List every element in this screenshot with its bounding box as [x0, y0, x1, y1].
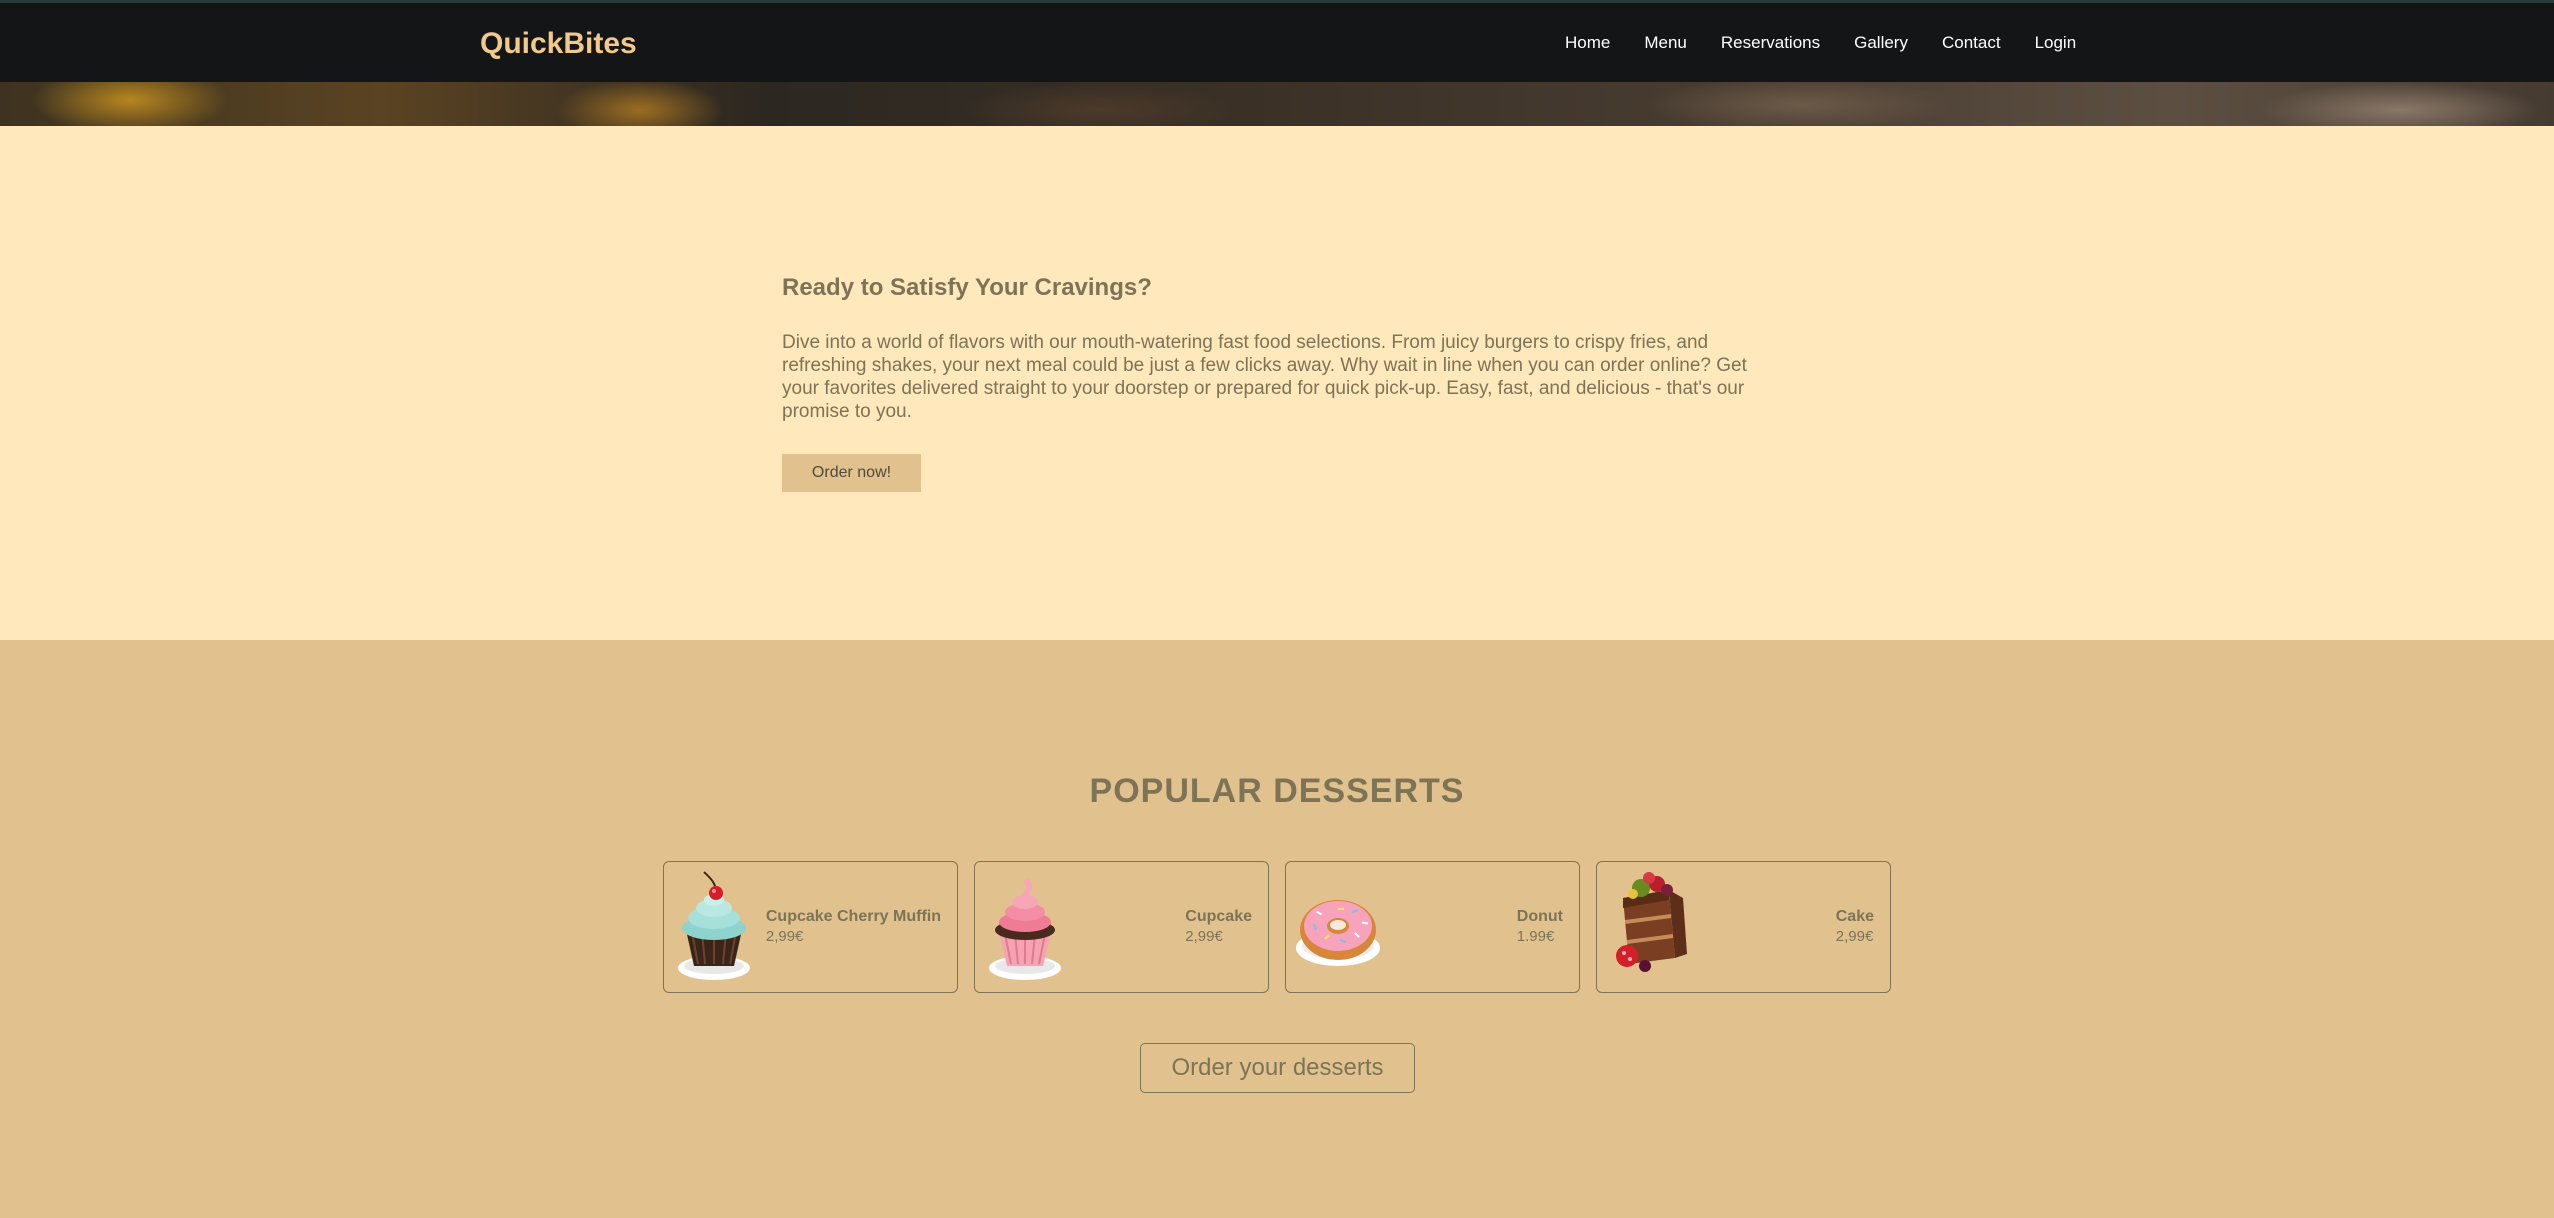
desserts-title: POPULAR DESSERTS [1089, 772, 1465, 810]
cupcake-cherry-icon [678, 871, 750, 980]
dessert-price: 1.99€ [1516, 928, 1555, 945]
nav-link-contact[interactable]: Contact [1942, 33, 2001, 53]
dessert-price: 2,99€ [765, 928, 804, 945]
intro-section: Ready to Satisfy Your Cravings? Dive int… [0, 126, 2554, 640]
dessert-price: 2,99€ [1185, 928, 1223, 945]
dessert-card[interactable]: Cake 2,99€ [1596, 861, 1891, 993]
brand-logo[interactable]: QuickBites [480, 27, 637, 61]
dessert-info: Donut 1.99€ [1517, 908, 1563, 945]
dessert-card[interactable]: Donut 1.99€ [1285, 861, 1580, 993]
dessert-info: Cupcake Cherry Muffin 2,99€ [766, 908, 941, 945]
nav-link-menu[interactable]: Menu [1644, 33, 1687, 53]
dessert-cards: Cupcake Cherry Muffin 2,99€ Cupcake 2,99… [663, 861, 1891, 993]
navbar: QuickBites Home Menu Reservations Galler… [0, 0, 2554, 82]
dessert-name: Donut [1516, 908, 1563, 925]
dessert-info: Cupcake 2,99€ [1185, 908, 1252, 945]
donut-icon [1296, 900, 1380, 966]
nav-link-login[interactable]: Login [2035, 33, 2077, 53]
cake-icon [1616, 872, 1687, 972]
order-desserts-button[interactable]: Order your desserts [1140, 1043, 1415, 1093]
nav-link-reservations[interactable]: Reservations [1721, 33, 1820, 53]
intro-title: Ready to Satisfy Your Cravings? [782, 274, 1152, 301]
nav-link-gallery[interactable]: Gallery [1854, 33, 1908, 53]
intro-text: Dive into a world of flavors with our mo… [782, 332, 1747, 422]
dessert-card[interactable]: Cupcake Cherry Muffin 2,99€ [663, 861, 958, 993]
dessert-price: 2,99€ [1835, 928, 1874, 945]
cupcake-icon [989, 879, 1061, 980]
dessert-card[interactable]: Cupcake 2,99€ [974, 861, 1269, 993]
dessert-name: Cupcake [1185, 908, 1252, 925]
nav-menu: Home Menu Reservations Gallery Contact L… [1565, 33, 2076, 53]
dessert-name: Cake [1835, 908, 1874, 925]
order-now-button[interactable]: Order now! [782, 454, 921, 492]
desserts-section: POPULAR DESSERTS Cupcake Cherry Muffin 2… [0, 640, 2554, 1218]
dessert-info: Cake 2,99€ [1836, 908, 1874, 945]
nav-link-home[interactable]: Home [1565, 33, 1610, 53]
dessert-name: Cupcake Cherry Muffin [765, 908, 941, 925]
